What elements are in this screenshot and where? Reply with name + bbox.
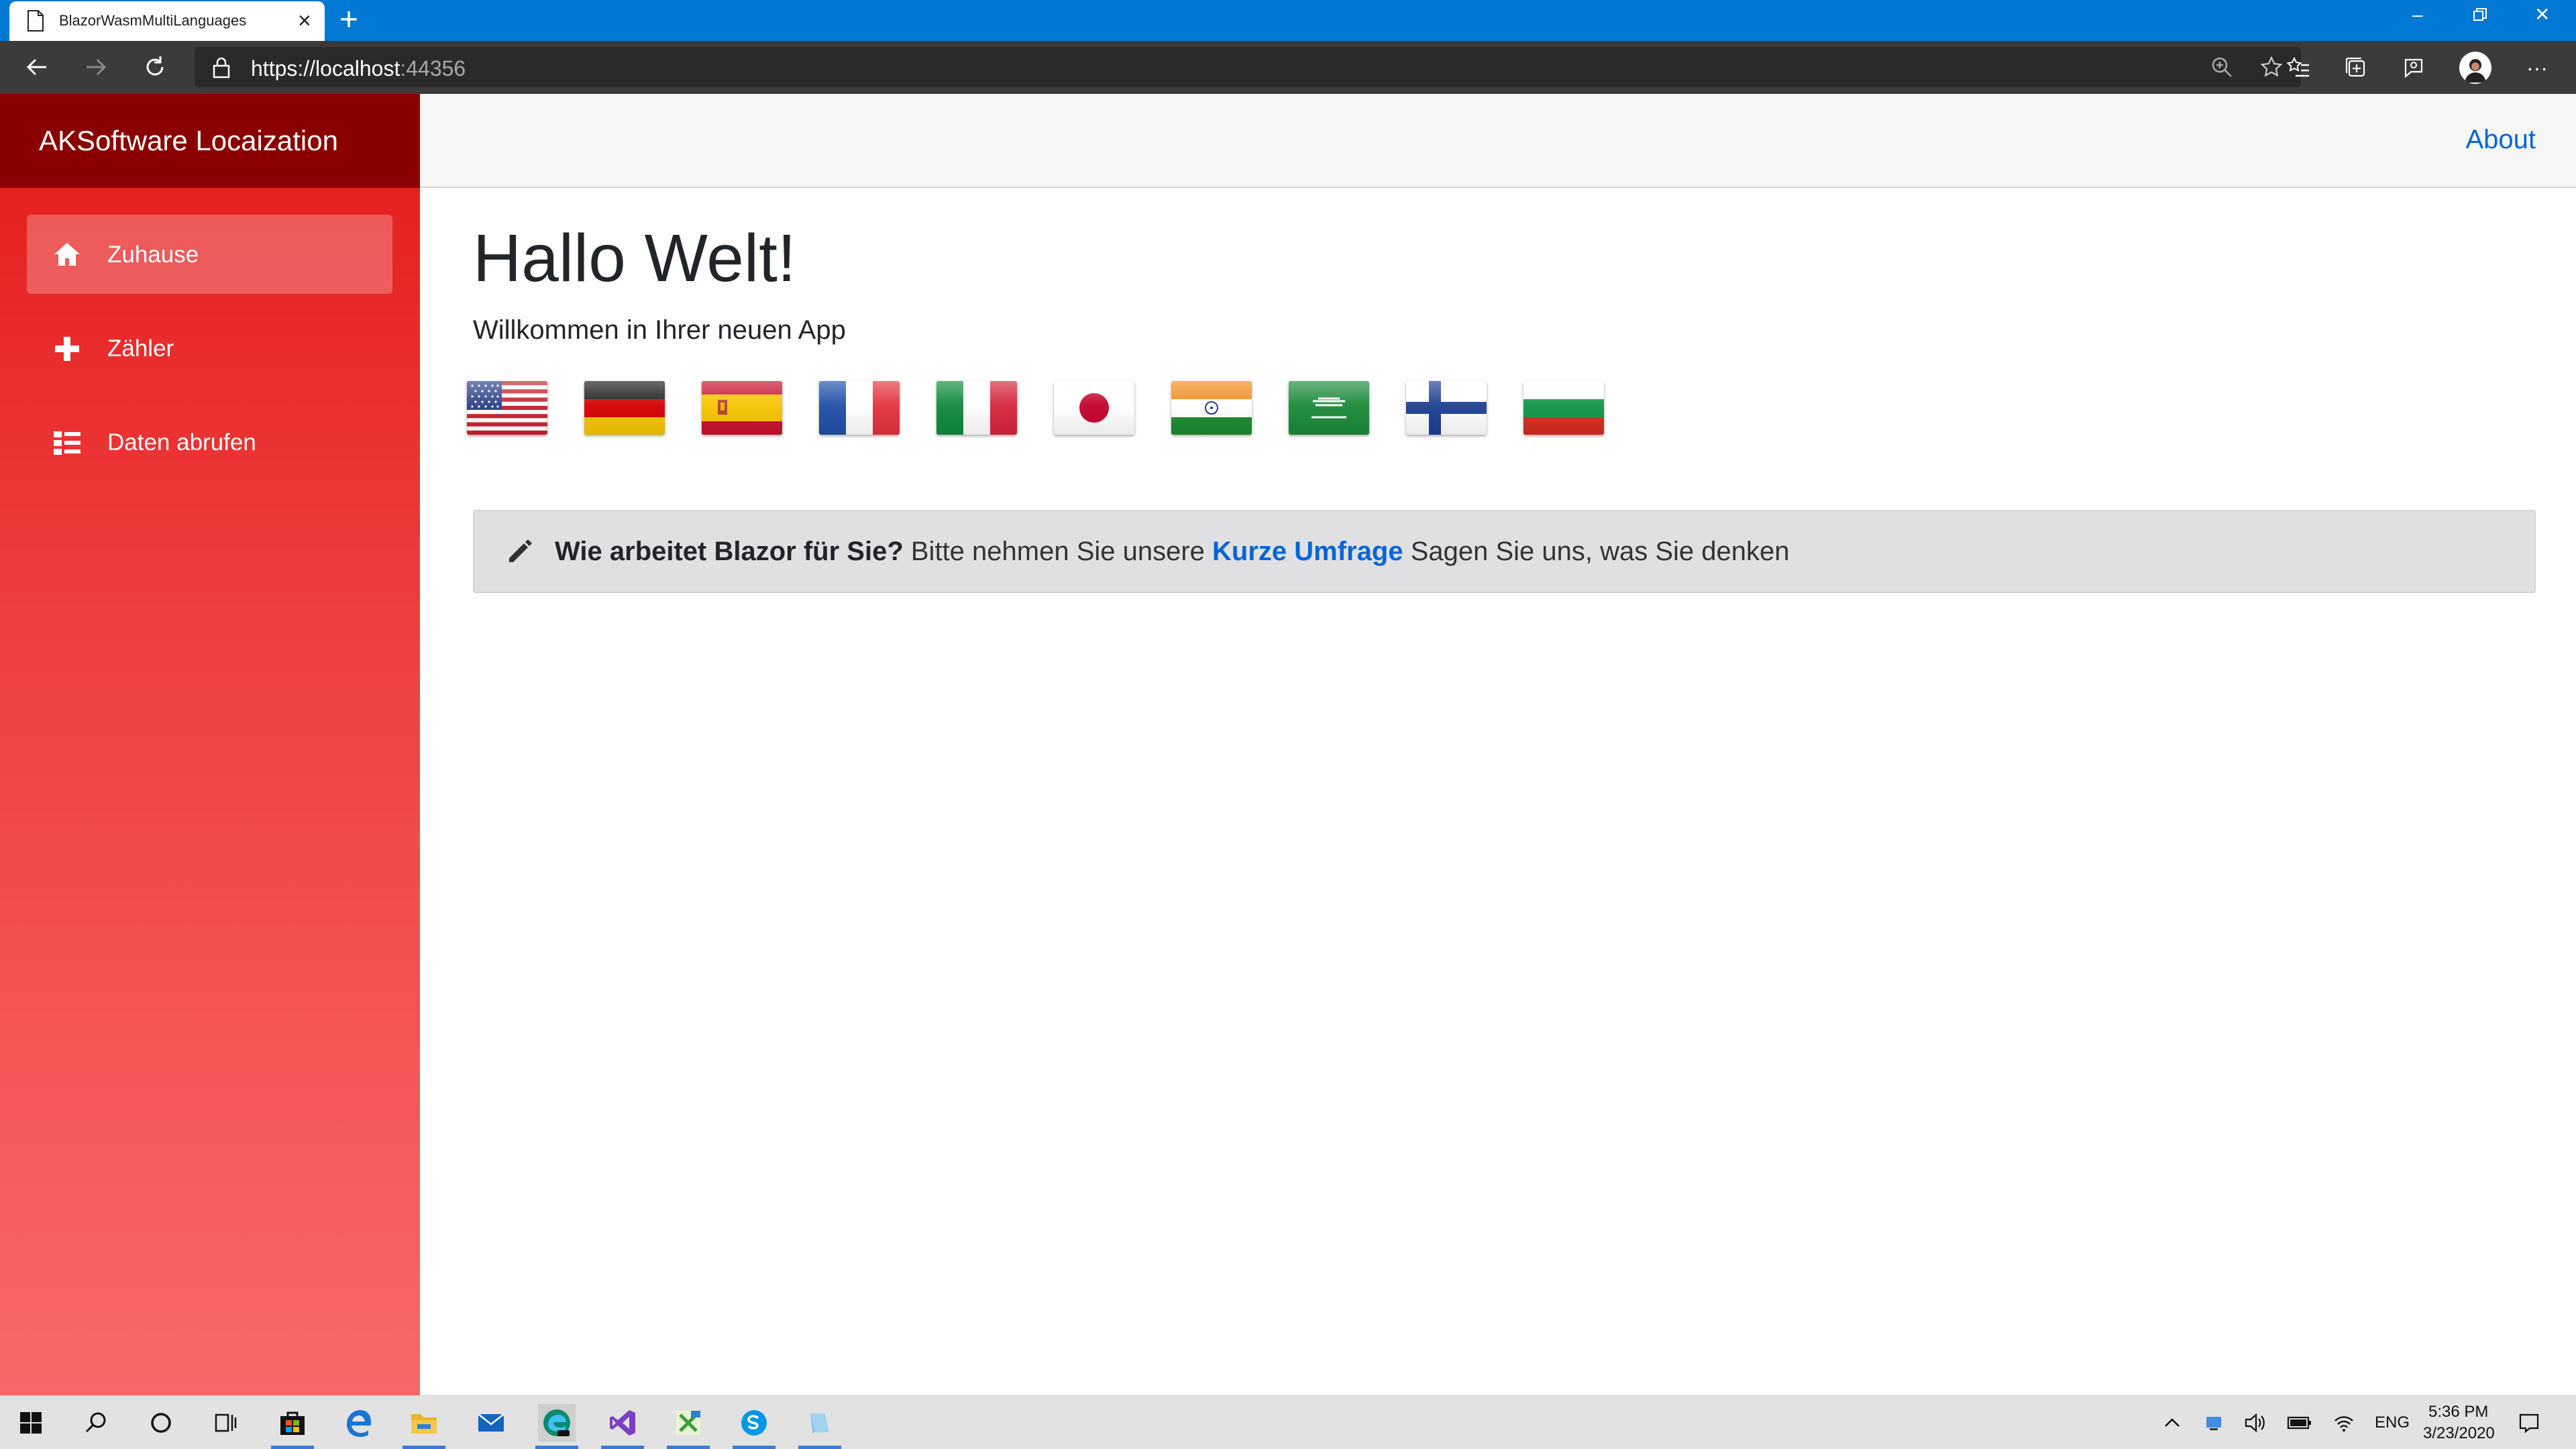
action-center-icon[interactable] <box>2510 1404 2548 1442</box>
taskbar-active-indicator <box>271 1446 314 1449</box>
taskbar-active-indicator <box>402 1446 445 1449</box>
address-bar[interactable]: https://localhost:44356 <box>195 47 2301 87</box>
app-brand[interactable]: AKSoftware Locaization <box>0 94 420 188</box>
windows-start-icon[interactable] <box>12 1404 50 1442</box>
app-page: AKSoftware Locaization Zuhause Zähler Da… <box>0 94 2576 1395</box>
lock-icon[interactable] <box>212 57 231 82</box>
taskbar-active-indicator <box>601 1446 644 1449</box>
flag-italy-button[interactable] <box>936 381 1017 435</box>
survey-tail: Sagen Sie uns, was Sie denken <box>1410 537 1790 566</box>
flag-france-button[interactable] <box>819 381 900 435</box>
plus-icon <box>52 334 82 364</box>
more-menu-icon[interactable]: ··· <box>2522 53 2552 83</box>
favorite-star-icon[interactable] <box>2257 52 2286 82</box>
clock-time[interactable]: 5:36 PM <box>2428 1403 2488 1421</box>
new-tab-button[interactable]: + <box>339 3 358 38</box>
browser-tab[interactable]: BlazorWasmMultiLanguages × <box>9 1 325 41</box>
tab-close-icon[interactable]: × <box>298 8 311 34</box>
feedback-icon[interactable] <box>2399 53 2428 83</box>
search-icon[interactable] <box>78 1404 115 1442</box>
edge-beta-icon[interactable] <box>538 1404 576 1442</box>
tools-app-icon[interactable] <box>669 1404 707 1442</box>
battery-icon[interactable] <box>2281 1404 2318 1442</box>
notes-app-icon[interactable] <box>801 1404 839 1442</box>
tab-title: BlazorWasmMultiLanguages <box>59 12 247 29</box>
refresh-icon[interactable] <box>138 50 172 84</box>
windows-taskbar: ENG 5:36 PM 3/23/2020 <box>0 1395 2576 1449</box>
taskbar-active-indicator <box>733 1446 775 1449</box>
back-icon[interactable] <box>20 50 54 84</box>
clock-date[interactable]: 3/23/2020 <box>2423 1424 2495 1443</box>
task-view-icon[interactable] <box>207 1404 244 1442</box>
nav-item-label: Zähler <box>107 335 174 362</box>
nav-item-label: Zuhause <box>107 241 199 268</box>
flag-finland-button[interactable] <box>1406 381 1487 435</box>
list-icon <box>52 428 82 458</box>
network-tray-icon[interactable] <box>2195 1404 2233 1442</box>
collections-icon[interactable] <box>2341 53 2371 83</box>
flag-japan-button[interactable] <box>1054 381 1134 435</box>
close-window-icon[interactable]: ✕ <box>2534 1 2550 28</box>
welcome-text: Willkommen in Ihrer neuen App <box>473 315 846 345</box>
zoom-icon[interactable] <box>2207 52 2237 82</box>
store-icon[interactable] <box>274 1404 311 1442</box>
taskbar-active-indicator <box>667 1446 710 1449</box>
home-icon <box>52 240 82 270</box>
mail-icon[interactable] <box>472 1404 510 1442</box>
edge-legacy-icon[interactable] <box>339 1404 377 1442</box>
pencil-icon <box>505 537 535 570</box>
minimize-icon[interactable]: – <box>2412 1 2423 28</box>
about-link[interactable]: About <box>2465 125 2536 155</box>
nav-item-label: Daten abrufen <box>107 429 256 455</box>
visual-studio-icon[interactable] <box>604 1404 641 1442</box>
nav-item-fetch-data[interactable]: Daten abrufen <box>27 402 392 482</box>
wifi-icon[interactable] <box>2325 1404 2363 1442</box>
browser-titlebar: BlazorWasmMultiLanguages × + – ✕ <box>0 0 2576 41</box>
survey-text: Wie arbeitet Blazor für Sie? Bitte nehme… <box>555 537 1790 567</box>
flag-saudi-arabia-button[interactable] <box>1289 381 1369 435</box>
url-text[interactable]: https://localhost:44356 <box>251 56 466 81</box>
sidebar: AKSoftware Locaization Zuhause Zähler Da… <box>0 94 420 1395</box>
top-row: About <box>420 94 2576 188</box>
favorites-icon[interactable] <box>2284 53 2313 83</box>
survey-lead: Bitte nehmen Sie unsere <box>910 537 1205 566</box>
page-icon <box>27 10 44 35</box>
nav-item-counter[interactable]: Zähler <box>27 309 392 388</box>
skype-icon[interactable] <box>735 1404 773 1442</box>
url-host: https://localhost <box>251 56 400 80</box>
flag-india-button[interactable] <box>1171 381 1252 435</box>
taskbar-active-indicator <box>798 1446 841 1449</box>
file-explorer-icon[interactable] <box>405 1404 443 1442</box>
cortana-icon[interactable] <box>142 1404 180 1442</box>
flag-bulgaria-button[interactable] <box>1523 381 1604 435</box>
survey-prompt: Wie arbeitet Blazor für Sie? Bitte nehme… <box>473 510 2536 593</box>
page-title: Hallo Welt! <box>473 221 796 296</box>
taskbar-active-indicator <box>535 1446 578 1449</box>
restore-icon[interactable] <box>2473 3 2487 30</box>
flag-germany-button[interactable] <box>584 381 665 435</box>
flag-us-button[interactable] <box>467 381 547 435</box>
profile-avatar[interactable] <box>2459 52 2491 84</box>
nav-item-home[interactable]: Zuhause <box>27 215 392 294</box>
browser-toolbar: https://localhost:44356 ··· <box>0 41 2576 94</box>
survey-question: Wie arbeitet Blazor für Sie? <box>555 537 904 566</box>
url-port: :44356 <box>400 56 466 80</box>
flag-spain-button[interactable] <box>702 381 782 435</box>
forward-icon[interactable] <box>79 50 113 84</box>
volume-icon[interactable] <box>2237 1404 2274 1442</box>
input-language[interactable]: ENG <box>2375 1413 2410 1432</box>
tray-chevron-icon[interactable] <box>2153 1404 2191 1442</box>
survey-link[interactable]: Kurze Umfrage <box>1212 537 1403 566</box>
